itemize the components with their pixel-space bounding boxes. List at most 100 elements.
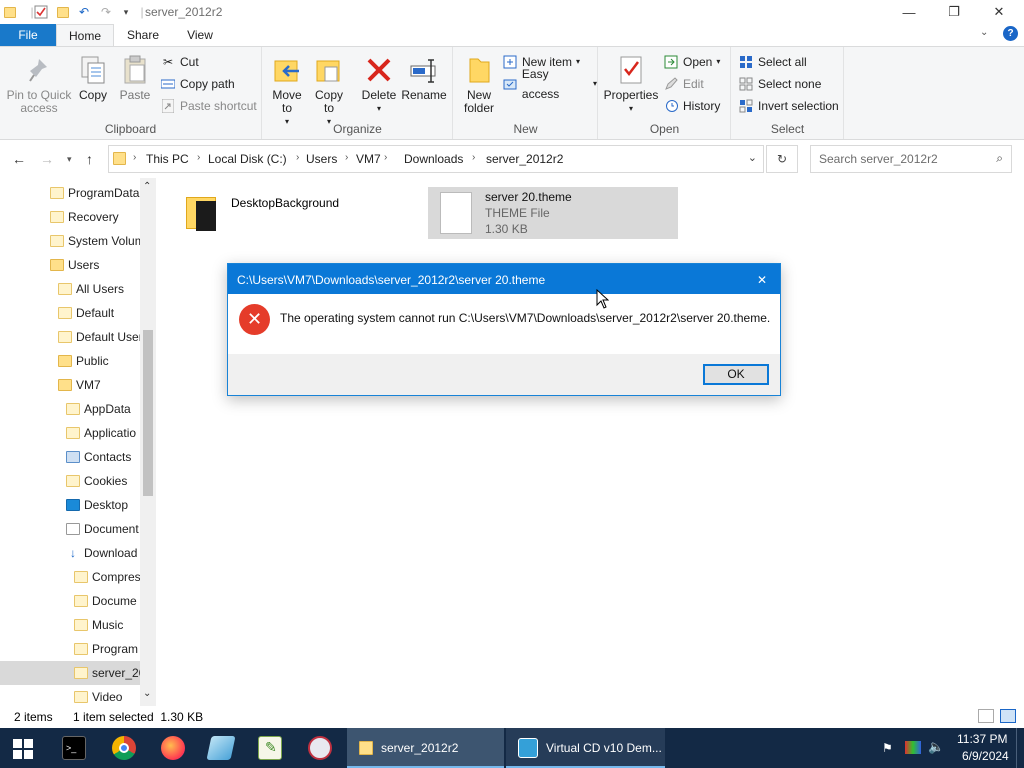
delete-button[interactable]: Delete ▾: [359, 53, 399, 115]
tree-item-public[interactable]: Public: [58, 349, 109, 373]
properties-button[interactable]: Properties ▾: [603, 53, 659, 115]
paste-button[interactable]: Paste: [116, 53, 154, 102]
chevron-down-icon[interactable]: ⌄: [748, 151, 757, 164]
breadcrumb-this-pc[interactable]: This PC: [146, 152, 189, 166]
dialog-footer: OK: [228, 354, 780, 395]
tree-item-users[interactable]: Users: [50, 253, 99, 277]
command-prompt-icon[interactable]: >_: [62, 736, 86, 760]
chevron-down-icon[interactable]: ⌄: [980, 27, 988, 38]
search-input[interactable]: Search server_2012r2 ⌕: [810, 145, 1012, 173]
tree-item-system-volume[interactable]: System Volum: [50, 229, 145, 253]
scroll-up-icon[interactable]: ⌃: [143, 181, 151, 192]
taskbar-app-virtual-cd[interactable]: Virtual CD v10 Dem...: [506, 728, 665, 768]
tree-item-programdata[interactable]: ProgramData: [50, 181, 139, 205]
breadcrumb-vm7[interactable]: VM7: [356, 152, 381, 166]
paste-shortcut-button[interactable]: Paste shortcut: [160, 96, 257, 116]
tree-item-server-2012r2[interactable]: server_20: [74, 661, 145, 685]
undo-icon[interactable]: ↶: [76, 4, 92, 20]
details-view-icon[interactable]: [978, 709, 994, 723]
ok-button[interactable]: OK: [703, 364, 769, 385]
file-item-server-theme[interactable]: server 20.theme THEME File 1.30 KB: [428, 187, 678, 239]
help-icon[interactable]: ?: [1003, 26, 1018, 41]
tree-item-label: Users: [68, 258, 100, 272]
volume-muted-icon[interactable]: 🔈: [928, 739, 944, 755]
tree-item-music[interactable]: Music: [74, 613, 123, 637]
tree-item-desktop[interactable]: Desktop: [66, 493, 128, 517]
close-button[interactable]: ✕: [976, 0, 1022, 24]
breadcrumb-current[interactable]: server_2012r2: [486, 152, 563, 166]
minimize-button[interactable]: —: [886, 0, 932, 24]
open-button[interactable]: Open ▾: [663, 52, 720, 72]
tree-item-documents[interactable]: Document: [66, 517, 139, 541]
recent-locations-icon[interactable]: ▾: [67, 154, 72, 165]
tree-item-application[interactable]: Applicatio: [66, 421, 136, 445]
scrollbar-thumb[interactable]: [143, 330, 153, 496]
tree-item-default[interactable]: Default: [58, 301, 114, 325]
show-desktop-button[interactable]: [1016, 728, 1024, 768]
tab-home[interactable]: Home: [56, 24, 114, 46]
chrome-icon[interactable]: [112, 736, 136, 760]
up-arrow-icon[interactable]: ↑: [86, 151, 93, 167]
dialog-close-button[interactable]: ✕: [748, 264, 780, 294]
copy-path-button[interactable]: Copy path: [160, 74, 235, 94]
tree-item-all-users[interactable]: All Users: [58, 277, 124, 301]
refresh-button[interactable]: ↻: [766, 145, 798, 173]
easy-access-button[interactable]: Easy access ▾: [502, 67, 597, 101]
edit-icon: [663, 76, 679, 92]
address-bar[interactable]: › This PC › Local Disk (C:) › Users › VM…: [108, 145, 764, 173]
tree-item-compressed[interactable]: Compres: [74, 565, 141, 589]
customize-quick-access-icon[interactable]: ▾: [118, 4, 134, 20]
tree-item-label: Compres: [92, 570, 141, 584]
chevron-right-icon: ›: [133, 152, 137, 163]
invert-selection-button[interactable]: Invert selection: [738, 96, 839, 116]
desktop-icon: [66, 499, 80, 511]
redo-icon[interactable]: ↷: [98, 4, 114, 20]
tree-item-label: server_20: [92, 666, 146, 680]
breadcrumb-users[interactable]: Users: [306, 152, 337, 166]
cut-button[interactable]: ✂ Cut: [160, 52, 199, 72]
tree-item-docume[interactable]: Docume: [74, 589, 137, 613]
tab-file[interactable]: File: [0, 24, 56, 46]
tree-item-default-user[interactable]: Default User: [58, 325, 143, 349]
history-button[interactable]: History: [663, 96, 720, 116]
pin-quick-access-button[interactable]: Pin to Quick access: [4, 53, 74, 115]
scroll-down-icon[interactable]: ⌄: [143, 688, 151, 699]
file-item-desktopbackground[interactable]: DesktopBackground: [182, 188, 432, 238]
disk-app-icon[interactable]: [308, 736, 332, 760]
firefox-icon[interactable]: [161, 736, 185, 760]
tree-item-vm7[interactable]: VM7: [58, 373, 101, 397]
breadcrumb-downloads[interactable]: Downloads: [404, 152, 463, 166]
display-icon[interactable]: [905, 741, 921, 754]
rename-button[interactable]: Rename: [401, 53, 447, 102]
new-folder-quick-icon[interactable]: [55, 4, 71, 20]
tab-share[interactable]: Share: [114, 24, 172, 46]
copy-to-button[interactable]: Copy to ▾: [311, 53, 347, 128]
tree-item-recovery[interactable]: Recovery: [50, 205, 119, 229]
breadcrumb-local-disk[interactable]: Local Disk (C:): [208, 152, 287, 166]
properties-quick-icon[interactable]: [33, 4, 49, 20]
forward-arrow-icon[interactable]: →: [40, 151, 54, 167]
notepad-plus-icon[interactable]: ✎: [258, 736, 282, 760]
new-folder-button[interactable]: New folder: [458, 53, 500, 115]
clock-date[interactable]: 6/9/2024: [962, 749, 1009, 763]
tree-item-downloads[interactable]: ↓ Download: [66, 541, 137, 565]
tree-item-program[interactable]: Program: [74, 637, 138, 661]
back-arrow-icon[interactable]: ←: [12, 151, 26, 167]
tree-item-cookies[interactable]: Cookies: [66, 469, 127, 493]
network-icon[interactable]: ⚑: [882, 741, 893, 755]
copy-button[interactable]: Copy: [74, 53, 112, 102]
app-icon[interactable]: [206, 736, 236, 760]
move-to-button[interactable]: Move to ▾: [269, 53, 305, 128]
tree-item-videos[interactable]: Video: [74, 685, 122, 706]
select-none-button[interactable]: Select none: [738, 74, 821, 94]
taskbar-app-explorer[interactable]: server_2012r2: [347, 728, 504, 768]
clock-time[interactable]: 11:37 PM: [957, 732, 1007, 746]
windows-start-icon[interactable]: [13, 739, 33, 759]
maximize-button[interactable]: ❐: [931, 0, 977, 24]
tab-view[interactable]: View: [172, 24, 228, 46]
select-all-button[interactable]: Select all: [738, 52, 807, 72]
edit-button[interactable]: Edit: [663, 74, 704, 94]
tree-item-contacts[interactable]: Contacts: [66, 445, 131, 469]
large-icons-view-icon[interactable]: [1000, 709, 1016, 723]
tree-item-appdata[interactable]: AppData: [66, 397, 131, 421]
